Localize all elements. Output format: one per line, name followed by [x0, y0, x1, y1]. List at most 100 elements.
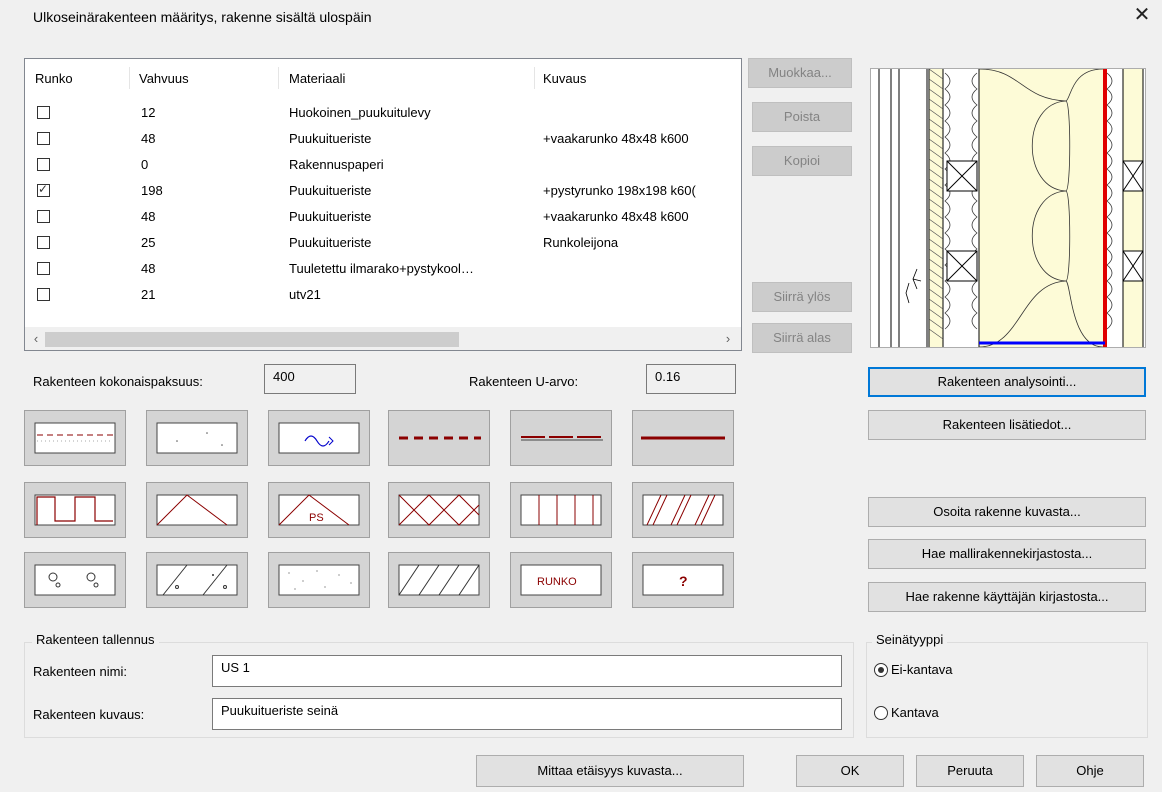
- material-tile-v-hatch[interactable]: [146, 482, 248, 538]
- table-row[interactable]: 0 Rakennuspaperi: [25, 157, 741, 184]
- vahvuus-cell: 198: [141, 183, 163, 198]
- wall-section-preview: [870, 68, 1146, 348]
- runko-checkbox[interactable]: [37, 236, 50, 249]
- material-tile-dotted[interactable]: [146, 410, 248, 466]
- table-row[interactable]: 48 Puukuitueriste +vaakarunko 48x48 k600: [25, 209, 741, 236]
- close-icon[interactable]: ✕: [1131, 4, 1153, 26]
- material-tile-airgap[interactable]: [268, 410, 370, 466]
- outer-board-layer: [1123, 69, 1143, 347]
- column-header-materiaali[interactable]: Materiaali: [289, 71, 345, 86]
- ei-kantava-radio[interactable]: [874, 663, 888, 677]
- analysointi-button[interactable]: Rakenteen analysointi...: [868, 367, 1146, 397]
- kuvaus-cell: +vaakarunko 48x48 k600: [543, 131, 689, 146]
- insulation-area: [979, 69, 1103, 347]
- desc-label: Rakenteen kuvaus:: [33, 707, 145, 722]
- column-separator: [129, 67, 130, 89]
- material-tile-paper[interactable]: [510, 410, 612, 466]
- runko-checkbox[interactable]: [37, 158, 50, 171]
- materiaali-cell: Puukuitueriste: [289, 131, 372, 146]
- column-header-runko[interactable]: Runko: [35, 71, 73, 86]
- material-tile-sand[interactable]: [268, 552, 370, 608]
- siirra-ylos-button[interactable]: Siirrä ylös: [752, 282, 852, 312]
- material-tile-diagonal[interactable]: [388, 552, 490, 608]
- material-tile-cross-hatch[interactable]: [388, 482, 490, 538]
- scroll-right-icon[interactable]: ›: [719, 330, 737, 348]
- hae-mallirakenne-button[interactable]: Hae mallirakennekirjastosta...: [868, 539, 1146, 569]
- wall-section-drawing: [878, 68, 1144, 348]
- vahvuus-cell: 48: [141, 261, 156, 276]
- vahvuus-cell: 12: [141, 105, 156, 120]
- lisatiedot-button[interactable]: Rakenteen lisätiedot...: [868, 410, 1146, 440]
- desc-input[interactable]: Puukuitueriste seinä: [212, 698, 842, 730]
- table-row[interactable]: 48 Puukuitueriste +vaakarunko 48x48 k600: [25, 131, 741, 158]
- osoita-rakenne-button[interactable]: Osoita rakenne kuvasta...: [868, 497, 1146, 527]
- vahvuus-cell: 48: [141, 209, 156, 224]
- ei-kantava-label[interactable]: Ei-kantava: [891, 662, 952, 677]
- vahvuus-cell: 21: [141, 287, 156, 302]
- material-tile-profile[interactable]: [24, 482, 126, 538]
- material-tile-gravel[interactable]: [24, 552, 126, 608]
- materiaali-cell: utv21: [289, 287, 321, 302]
- scrollbar-thumb[interactable]: [45, 332, 459, 347]
- material-tile-runko[interactable]: RUNKO: [510, 552, 612, 608]
- layers-table[interactable]: Runko Vahvuus Materiaali Kuvaus 12 Huoko…: [24, 58, 742, 351]
- ps-label: PS: [309, 512, 324, 524]
- column-separator: [534, 67, 535, 89]
- thickness-label: Rakenteen kokonaispaksuus:: [33, 374, 203, 389]
- material-tile-solid-line[interactable]: [632, 410, 734, 466]
- materiaali-cell: Rakennuspaperi: [289, 157, 384, 172]
- u-value: 0.16: [646, 364, 736, 394]
- runko-checkbox[interactable]: [37, 132, 50, 145]
- peruuta-button[interactable]: Peruuta: [916, 755, 1024, 787]
- runko-checkbox[interactable]: [37, 262, 50, 275]
- kantava-label[interactable]: Kantava: [891, 705, 939, 720]
- scroll-left-icon[interactable]: ‹: [27, 330, 45, 348]
- kuvaus-cell: +vaakarunko 48x48 k600: [543, 209, 689, 224]
- table-row[interactable]: 25 Puukuitueriste Runkoleijona: [25, 235, 741, 262]
- wall-type-groupbox: [866, 642, 1148, 738]
- material-tile-board[interactable]: [24, 410, 126, 466]
- table-row[interactable]: 48 Tuuletettu ilmarako+pystykool…: [25, 261, 741, 288]
- horizontal-scrollbar[interactable]: ‹ ›: [25, 327, 741, 350]
- column-header-vahvuus[interactable]: Vahvuus: [139, 71, 189, 86]
- question-label: ?: [679, 573, 688, 589]
- poista-button[interactable]: Poista: [752, 102, 852, 132]
- ohje-button[interactable]: Ohje: [1036, 755, 1144, 787]
- kuvaus-cell: +pystyrunko 198x198 k60(: [543, 183, 696, 198]
- muokkaa-button[interactable]: Muokkaa...: [748, 58, 852, 88]
- material-tile-concrete[interactable]: [146, 552, 248, 608]
- runko-checkbox[interactable]: [37, 106, 50, 119]
- table-row[interactable]: 21 utv21: [25, 287, 741, 314]
- material-tile-dashed-line[interactable]: [388, 410, 490, 466]
- name-input[interactable]: US 1: [212, 655, 842, 687]
- u-value-label: Rakenteen U-arvo:: [469, 374, 579, 389]
- materiaali-cell: Huokoinen_puukuitulevy: [289, 105, 431, 120]
- runko-checkbox[interactable]: [37, 210, 50, 223]
- vahvuus-cell: 25: [141, 235, 156, 250]
- runko-checkbox[interactable]: [37, 182, 50, 197]
- material-tile-double-diagonal[interactable]: [632, 482, 734, 538]
- mittaa-etaisyys-button[interactable]: Mittaa etäisyys kuvasta...: [476, 755, 744, 787]
- column-separator: [278, 67, 279, 89]
- window-title: Ulkoseinärakenteen määritys, rakenne sis…: [33, 9, 372, 25]
- runko-checkbox[interactable]: [37, 288, 50, 301]
- kuvaus-cell: Runkoleijona: [543, 235, 619, 250]
- runko-label: RUNKO: [537, 576, 577, 588]
- column-header-kuvaus[interactable]: Kuvaus: [543, 71, 586, 86]
- materiaali-cell: Puukuitueriste: [289, 183, 372, 198]
- ok-button[interactable]: OK: [796, 755, 904, 787]
- materiaali-cell: Tuuletettu ilmarako+pystykool…: [289, 261, 474, 276]
- material-tile-ps[interactable]: PS: [268, 482, 370, 538]
- siirra-alas-button[interactable]: Siirrä alas: [752, 323, 852, 353]
- save-group-title: Rakenteen tallennus: [32, 632, 159, 647]
- kopioi-button[interactable]: Kopioi: [752, 146, 852, 176]
- name-label: Rakenteen nimi:: [33, 664, 127, 679]
- table-row[interactable]: 12 Huokoinen_puukuitulevy: [25, 105, 741, 132]
- material-tile-unknown[interactable]: ?: [632, 552, 734, 608]
- vahvuus-cell: 0: [141, 157, 149, 172]
- table-row[interactable]: 198 Puukuitueriste +pystyrunko 198x198 k…: [25, 182, 741, 210]
- thickness-value: 400: [264, 364, 356, 394]
- hae-kayttajan-kirjasto-button[interactable]: Hae rakenne käyttäjän kirjastosta...: [868, 582, 1146, 612]
- kantava-radio[interactable]: [874, 706, 888, 720]
- material-tile-vertical-lines[interactable]: [510, 482, 612, 538]
